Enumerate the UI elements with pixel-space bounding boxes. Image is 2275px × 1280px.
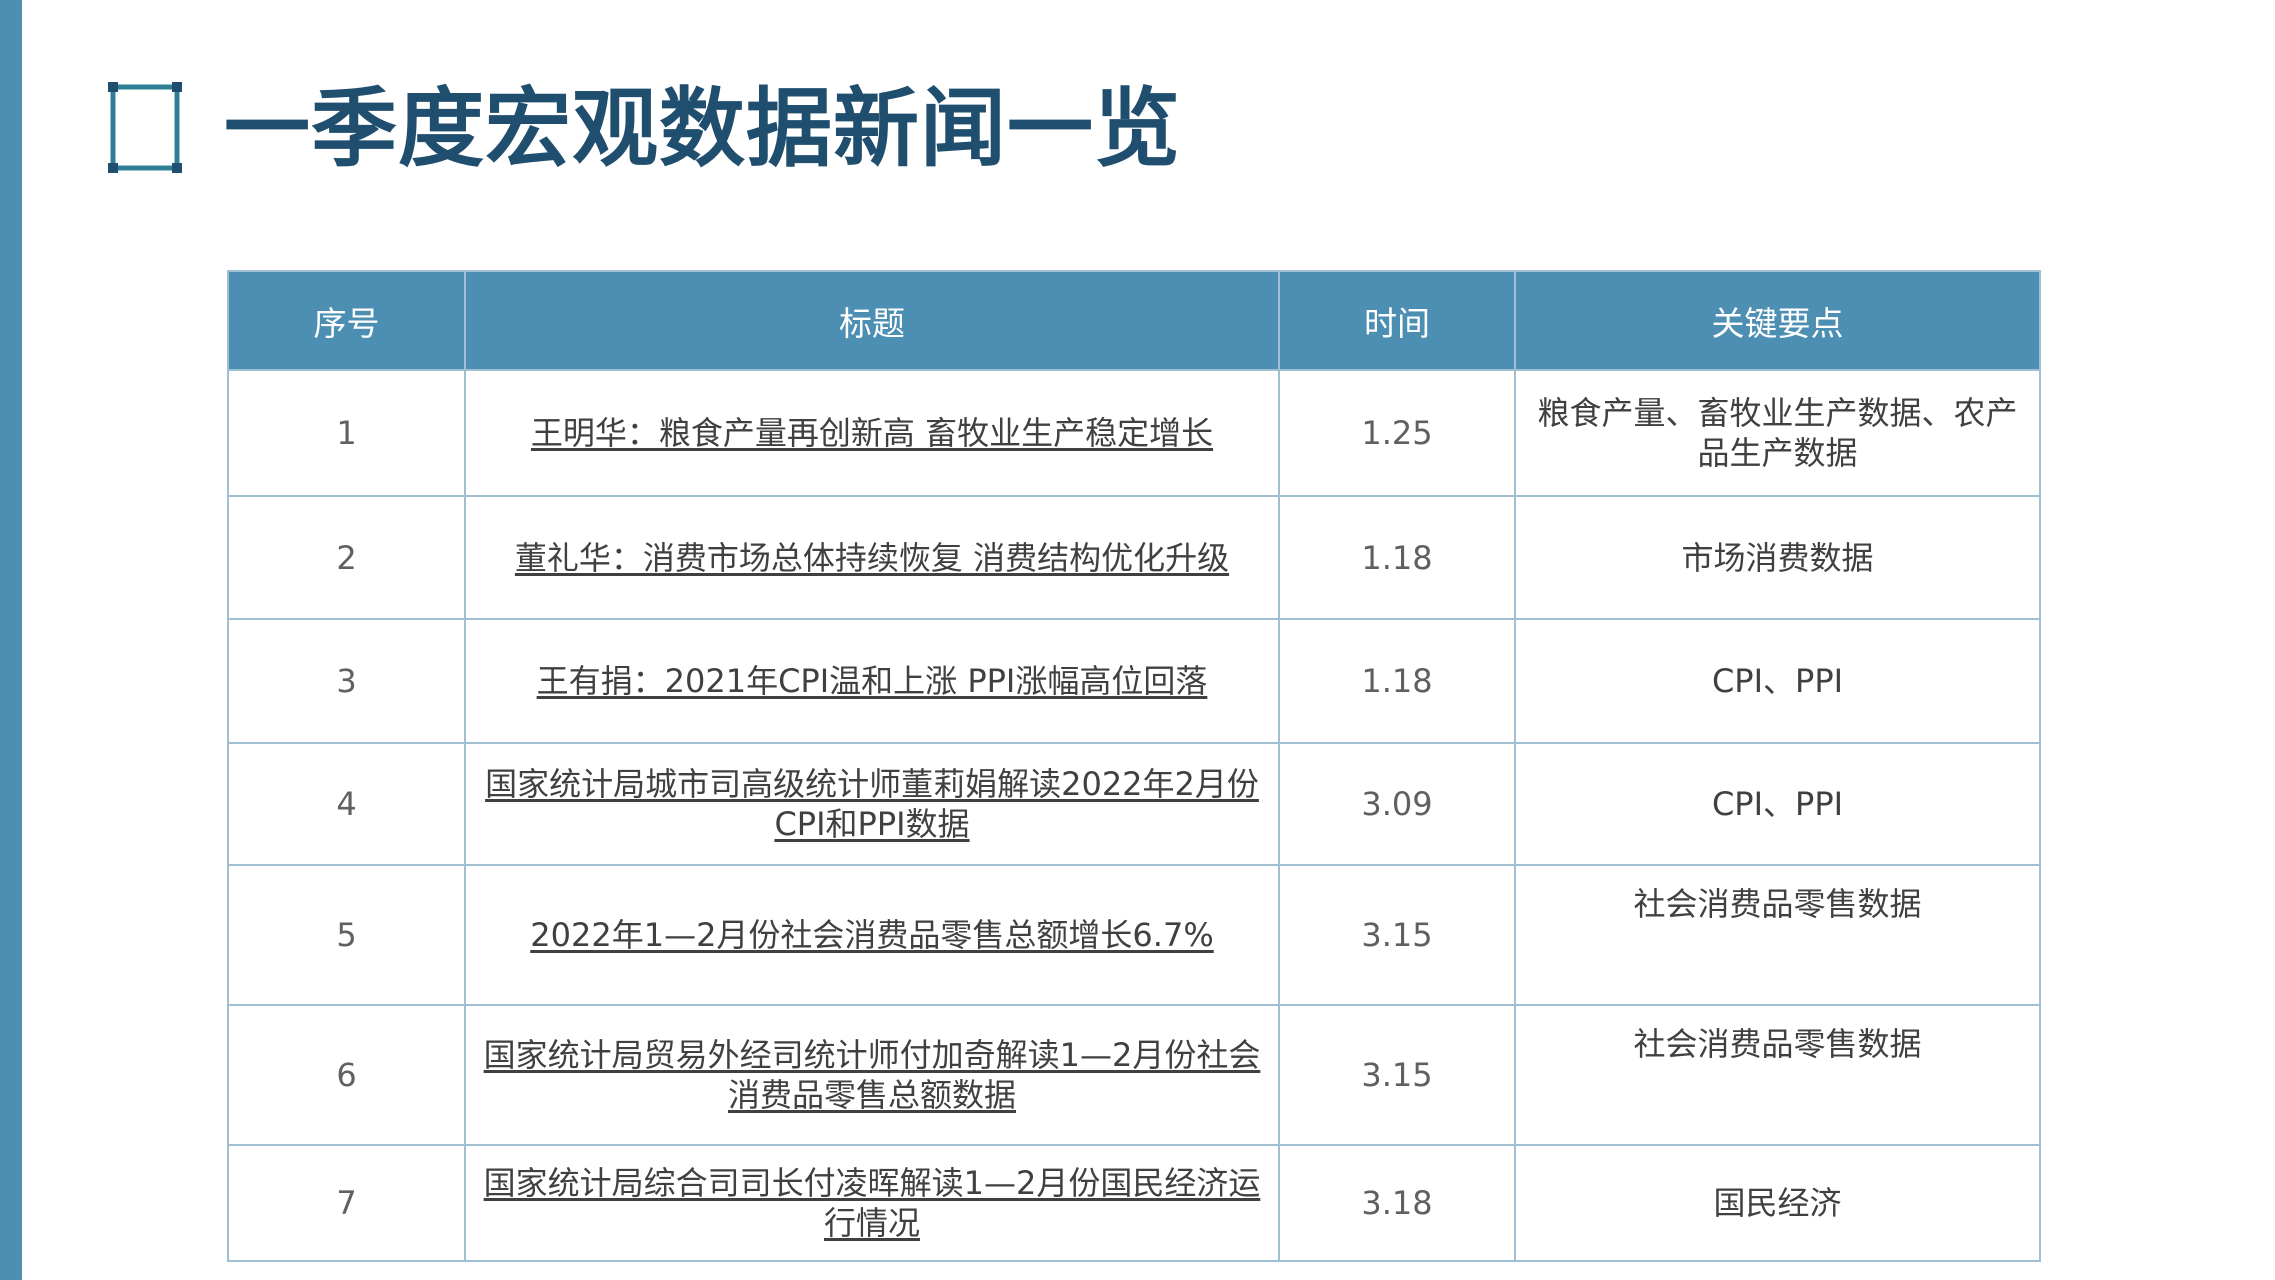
row-title-link[interactable]: 国家统计局城市司高级统计师董莉娟解读2022年2月份CPI和PPI数据 [464, 742, 1280, 866]
row-num: 4 [227, 742, 466, 866]
row-date: 1.25 [1278, 369, 1516, 497]
row-num: 6 [227, 1004, 466, 1146]
table-header-row: 序号 标题 时间 关键要点 [227, 270, 2041, 371]
table-row: 2 董礼华：消费市场总体持续恢复 消费结构优化升级 1.18 市场消费数据 [227, 495, 2041, 620]
row-title-link[interactable]: 国家统计局综合司司长付凌晖解读1—2月份国民经济运行情况 [464, 1144, 1280, 1262]
row-key-points: 社会消费品零售数据 [1514, 1004, 2041, 1146]
table-row: 5 2022年1—2月份社会消费品零售总额增长6.7% 3.15 社会消费品零售… [227, 864, 2041, 1006]
header-key: 关键要点 [1514, 270, 2041, 371]
row-key-points: 市场消费数据 [1514, 495, 2041, 620]
row-date: 1.18 [1278, 618, 1516, 744]
row-key-points: CPI、PPI [1514, 618, 2041, 744]
row-num: 3 [227, 618, 466, 744]
frame-square-icon [108, 82, 182, 173]
row-title-link[interactable]: 王有捐：2021年CPI温和上涨 PPI涨幅高位回落 [464, 618, 1280, 744]
table-row: 4 国家统计局城市司高级统计师董莉娟解读2022年2月份CPI和PPI数据 3.… [227, 742, 2041, 866]
row-date: 3.09 [1278, 742, 1516, 866]
row-num: 7 [227, 1144, 466, 1262]
header-num: 序号 [227, 270, 466, 371]
row-date: 1.18 [1278, 495, 1516, 620]
row-title-link[interactable]: 2022年1—2月份社会消费品零售总额增长6.7% [464, 864, 1280, 1006]
table-row: 6 国家统计局贸易外经司统计师付加奇解读1—2月份社会消费品零售总额数据 3.1… [227, 1004, 2041, 1146]
row-num: 1 [227, 369, 466, 497]
row-num: 5 [227, 864, 466, 1006]
row-key-points: 国民经济 [1514, 1144, 2041, 1262]
row-title-link[interactable]: 国家统计局贸易外经司统计师付加奇解读1—2月份社会消费品零售总额数据 [464, 1004, 1280, 1146]
table-row: 1 王明华：粮食产量再创新高 畜牧业生产稳定增长 1.25 粮食产量、畜牧业生产… [227, 369, 2041, 497]
row-key-points: 社会消费品零售数据 [1514, 864, 2041, 1006]
row-date: 3.15 [1278, 864, 1516, 1006]
row-date: 3.18 [1278, 1144, 1516, 1262]
row-num: 2 [227, 495, 466, 620]
table-row: 7 国家统计局综合司司长付凌晖解读1—2月份国民经济运行情况 3.18 国民经济 [227, 1144, 2041, 1262]
left-accent-bar [0, 0, 22, 1280]
header-title: 标题 [464, 270, 1280, 371]
row-key-points: 粮食产量、畜牧业生产数据、农产品生产数据 [1514, 369, 2041, 497]
row-title-link[interactable]: 王明华：粮食产量再创新高 畜牧业生产稳定增长 [464, 369, 1280, 497]
row-title-link[interactable]: 董礼华：消费市场总体持续恢复 消费结构优化升级 [464, 495, 1280, 620]
news-table: 序号 标题 时间 关键要点 1 王明华：粮食产量再创新高 畜牧业生产稳定增长 1… [227, 270, 2041, 1262]
row-date: 3.15 [1278, 1004, 1516, 1146]
table-row: 3 王有捐：2021年CPI温和上涨 PPI涨幅高位回落 1.18 CPI、PP… [227, 618, 2041, 744]
page-title: 一季度宏观数据新闻一览 [224, 79, 1181, 179]
row-key-points: CPI、PPI [1514, 742, 2041, 866]
header-date: 时间 [1278, 270, 1516, 371]
